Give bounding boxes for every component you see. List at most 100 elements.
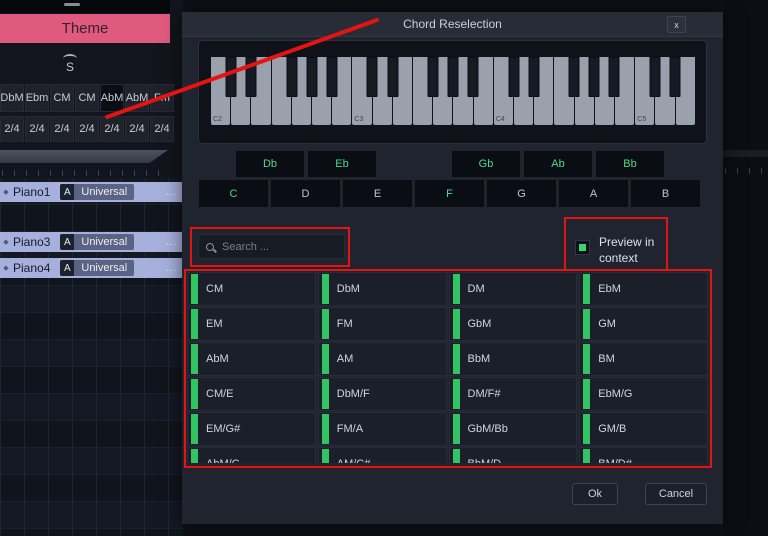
chord-cell[interactable]: CM — [75, 84, 99, 112]
chord-cell[interactable]: CM — [50, 84, 74, 112]
track-row[interactable]: ◆Piano1AUniversal... — [0, 182, 183, 202]
black-key[interactable] — [286, 57, 297, 97]
black-key[interactable] — [226, 57, 237, 97]
time-signature-cell[interactable]: 2/4 — [125, 116, 149, 142]
flat-note-button[interactable]: Bb — [595, 150, 665, 178]
chord-cell[interactable]: AbM — [100, 84, 124, 112]
flat-note-button[interactable]: Ab — [523, 150, 593, 178]
chord-item[interactable]: FM — [318, 307, 447, 341]
chord-item-label: DbM — [337, 283, 360, 295]
chord-item[interactable]: BM — [579, 342, 708, 376]
cancel-button[interactable]: Cancel — [645, 483, 707, 505]
track-preset-badge[interactable]: AUniversal — [60, 234, 134, 250]
chord-cell[interactable]: Fm — [150, 84, 174, 112]
chord-cell[interactable]: AbM — [125, 84, 149, 112]
natural-note-button[interactable]: D — [270, 179, 341, 208]
chord-item[interactable]: DbM — [318, 272, 447, 306]
chord-item[interactable]: BbM — [449, 342, 578, 376]
chord-item[interactable]: AM — [318, 342, 447, 376]
preview-toggle[interactable]: Preview in context — [575, 234, 665, 266]
chord-item-label: CM — [206, 283, 223, 295]
chord-item[interactable]: AM/C# — [318, 447, 447, 463]
chord-item[interactable]: DM — [449, 272, 578, 306]
instrument-icon: ◆ — [0, 188, 12, 196]
chord-item-label: AbM/C — [206, 458, 240, 463]
chord-item[interactable]: EbM — [579, 272, 708, 306]
chord-item[interactable]: CM — [187, 272, 316, 306]
flat-note-button[interactable]: Eb — [307, 150, 377, 178]
black-key[interactable] — [427, 57, 438, 97]
black-key[interactable] — [669, 57, 680, 97]
chord-cell[interactable]: DbM — [0, 84, 24, 112]
black-key[interactable] — [569, 57, 580, 97]
black-key[interactable] — [367, 57, 378, 97]
chord-item[interactable]: GbM — [449, 307, 578, 341]
track-menu-button[interactable]: ... — [166, 237, 177, 248]
black-key[interactable] — [246, 57, 257, 97]
chord-color-bar — [583, 309, 590, 339]
chord-item[interactable]: BbM/D — [449, 447, 578, 463]
black-key[interactable] — [306, 57, 317, 97]
timeline-ruler[interactable] — [2, 170, 170, 176]
black-key[interactable] — [508, 57, 519, 97]
track-row[interactable]: ◆Piano3AUniversal... — [0, 232, 183, 252]
track-row[interactable]: ◆Piano4AUniversal... — [0, 258, 183, 278]
chord-item[interactable]: DbM/F — [318, 377, 447, 411]
search-input[interactable] — [220, 240, 337, 254]
chord-color-bar — [583, 344, 590, 374]
time-signature-cell[interactable]: 2/4 — [75, 116, 99, 142]
close-button[interactable]: x — [667, 16, 686, 33]
chord-item[interactable]: EbM/G — [579, 377, 708, 411]
ok-button[interactable]: Ok — [572, 483, 618, 505]
chord-item[interactable]: GM/B — [579, 412, 708, 446]
natural-note-button[interactable]: A — [558, 179, 629, 208]
chord-item[interactable]: GbM/Bb — [449, 412, 578, 446]
black-key[interactable] — [609, 57, 620, 97]
track-menu-button[interactable]: ... — [166, 187, 177, 198]
time-signature-cell[interactable]: 2/4 — [100, 116, 124, 142]
flat-note-button[interactable]: Db — [235, 150, 305, 178]
natural-note-button[interactable]: C — [198, 179, 269, 208]
black-key[interactable] — [589, 57, 600, 97]
chord-item[interactable]: EM/G# — [187, 412, 316, 446]
flat-note-button[interactable]: Gb — [451, 150, 521, 178]
chord-item[interactable]: GM — [579, 307, 708, 341]
section-clip-bar[interactable] — [0, 150, 168, 163]
collapse-handle-icon[interactable] — [64, 3, 80, 6]
time-signature-cell[interactable]: 2/4 — [150, 116, 174, 142]
chord-cell[interactable]: Ebm — [25, 84, 49, 112]
time-signature-cell[interactable]: 2/4 — [50, 116, 74, 142]
chord-color-bar — [322, 449, 329, 463]
time-signature-cell[interactable]: 2/4 — [25, 116, 49, 142]
black-key[interactable] — [468, 57, 479, 97]
chord-color-bar — [191, 414, 198, 444]
natural-note-button[interactable]: E — [342, 179, 413, 208]
theme-section-header[interactable]: Theme — [0, 14, 170, 43]
track-preset-badge[interactable]: AUniversal — [60, 260, 134, 276]
chord-item[interactable]: CM/E — [187, 377, 316, 411]
chord-item[interactable]: AbM — [187, 342, 316, 376]
black-key[interactable] — [387, 57, 398, 97]
chord-item[interactable]: AbM/C — [187, 447, 316, 463]
section-marker[interactable]: S — [58, 54, 82, 76]
track-preset-badge[interactable]: AUniversal — [60, 184, 134, 200]
chord-item[interactable]: FM/A — [318, 412, 447, 446]
chord-item[interactable]: DM/F# — [449, 377, 578, 411]
black-key[interactable] — [528, 57, 539, 97]
track-menu-button[interactable]: ... — [166, 263, 177, 274]
black-key[interactable] — [327, 57, 338, 97]
black-key[interactable] — [448, 57, 459, 97]
chord-item[interactable]: EM — [187, 307, 316, 341]
natural-note-button[interactable]: F — [414, 179, 485, 208]
checkbox-checked-icon[interactable] — [575, 240, 590, 255]
chord-item-label: FM/A — [337, 423, 363, 435]
natural-note-button[interactable]: G — [486, 179, 557, 208]
time-signature-cell[interactable]: 2/4 — [0, 116, 24, 142]
black-key[interactable] — [649, 57, 660, 97]
search-box[interactable] — [198, 234, 345, 259]
natural-note-button[interactable]: B — [630, 179, 701, 208]
arrangement-panel: Theme S DbMEbmCMCMAbMAbMFm 2/42/42/42/42… — [0, 0, 183, 536]
chord-color-bar — [453, 414, 460, 444]
chord-item[interactable]: BM/D# — [579, 447, 708, 463]
dialog-titlebar[interactable]: Chord Reselection — [182, 12, 723, 37]
